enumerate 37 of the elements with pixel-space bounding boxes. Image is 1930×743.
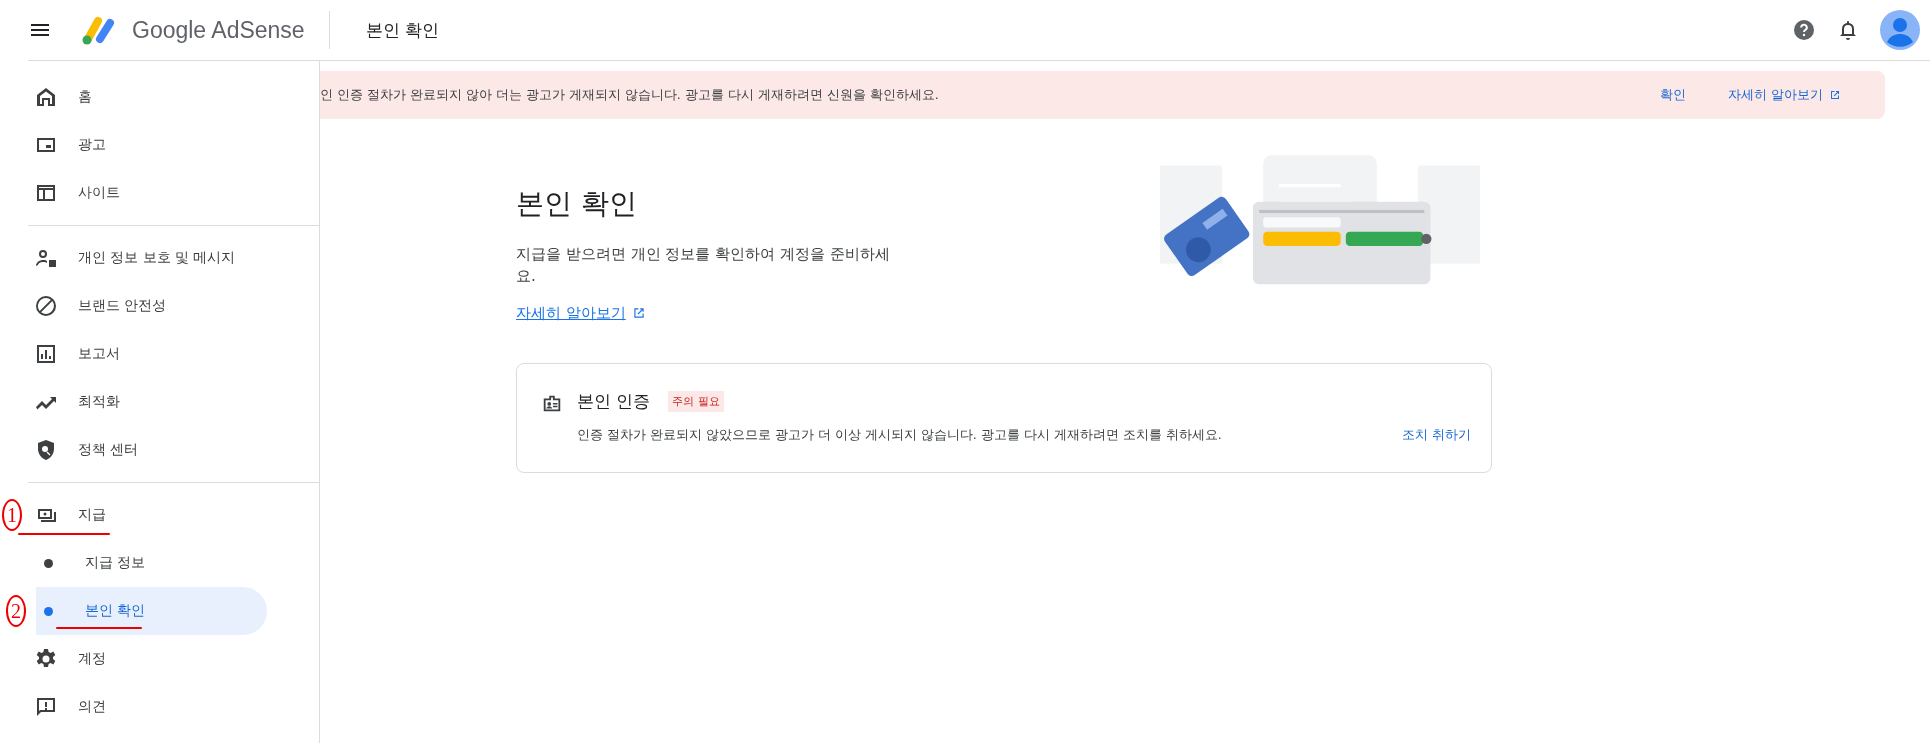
avatar-icon[interactable] (1880, 10, 1920, 50)
nav-item[interactable]: 홈 (28, 73, 319, 121)
nav-icon (34, 294, 58, 318)
nav-icon (34, 342, 58, 366)
learn-more-link[interactable]: 자세히 알아보기 (516, 304, 626, 322)
external-link-icon (631, 306, 646, 320)
bullet-icon (44, 558, 53, 568)
status-badge: 주의 필요 (668, 391, 724, 412)
annotation-number: 2 (6, 595, 26, 627)
nav-subitem[interactable]: 지급 정보 (36, 539, 267, 587)
nav-item[interactable]: 의견 (28, 683, 319, 731)
product-name: Google AdSense (132, 16, 305, 44)
bullet-icon (44, 606, 53, 616)
nav-icon (34, 695, 58, 719)
nav-item[interactable]: 정책 센터 (28, 426, 319, 474)
nav-item[interactable]: 브랜드 안전성 (28, 282, 319, 330)
nav-item[interactable]: 사이트 (28, 169, 319, 217)
nav-item[interactable]: 개인 정보 보호 및 메시지 (28, 234, 319, 282)
nav-item[interactable]: 보고서 (28, 330, 319, 378)
take-action-link[interactable]: 조치 취하기 (1401, 426, 1471, 444)
card-title: 본인 인증 (577, 390, 651, 413)
nav-subitem[interactable]: 본인 확인 (36, 587, 267, 635)
nav-item[interactable]: 광고 (28, 121, 319, 169)
heading: 본인 확인 (516, 186, 638, 222)
nav-item[interactable]: 계정 (28, 635, 319, 683)
nav-icon (34, 85, 58, 109)
description: 지급을 받으려면 개인 정보를 확인하여 계정을 준비하세요. (516, 244, 891, 287)
banner-message: 인 인증 절차가 완료되지 않아 더는 광고가 게재되지 않습니다. 광고를 다시 게재하려면 신원을 확인하세요. (320, 86, 939, 104)
external-link-icon (1829, 89, 1841, 101)
nav-item[interactable]: 지급 (28, 491, 319, 539)
nav-item[interactable]: 최적화 (28, 378, 319, 426)
banner-link[interactable]: 자세히 알아보기 (1728, 86, 1841, 104)
banner-link[interactable]: 확인 (1660, 86, 1686, 104)
help-icon[interactable] (1792, 18, 1816, 42)
page-title: 본인 확인 (365, 18, 440, 42)
annotation-number: 1 (2, 499, 22, 531)
card-message: 인증 절차가 완료되지 않았으므로 광고가 더 이상 게시되지 않습니다. 광고를 다시 게재하려면 조치를 취하세요. (577, 427, 1223, 444)
